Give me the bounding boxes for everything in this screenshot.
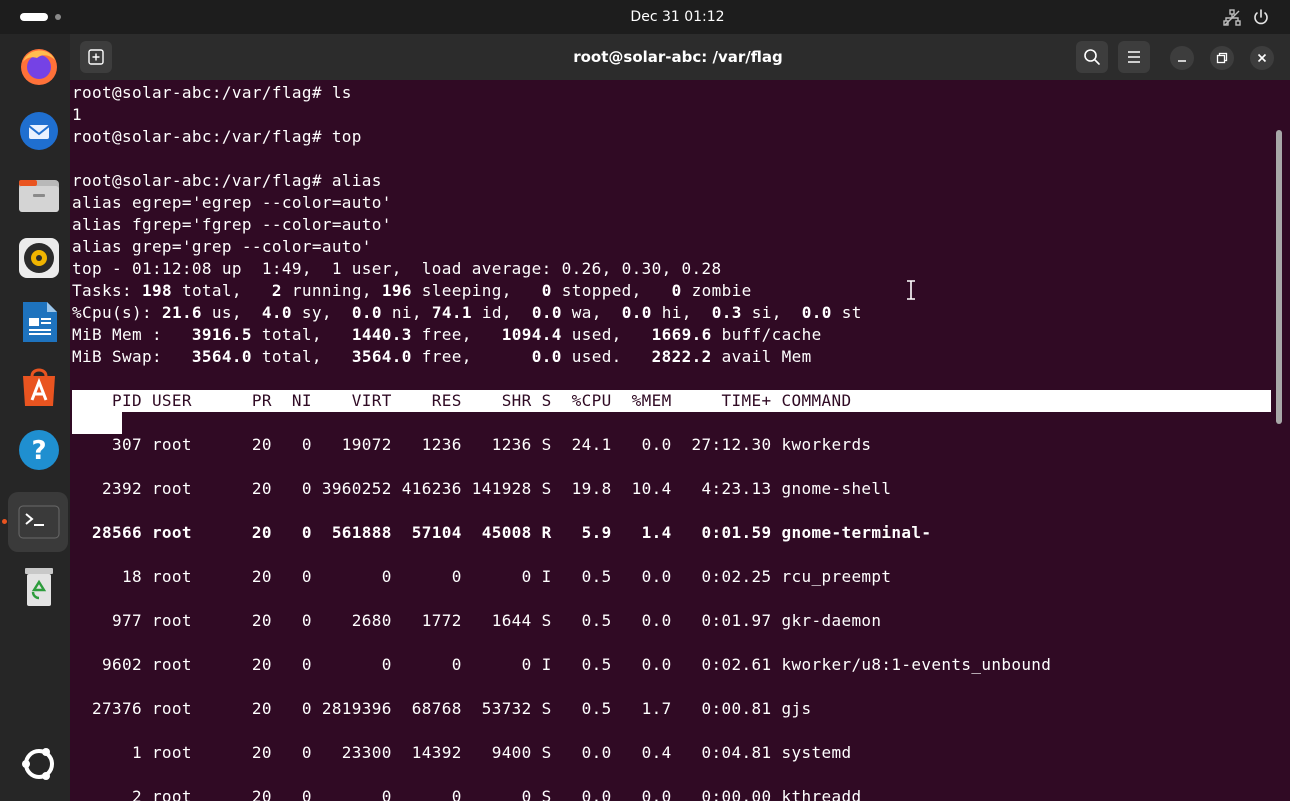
output-line: 1 [72, 105, 82, 124]
text-cursor-icon [905, 280, 917, 300]
clock[interactable]: Dec 31 01:12 [0, 0, 1290, 34]
terminal-icon [18, 505, 60, 539]
show-apps-icon [22, 748, 54, 780]
libreoffice-writer-icon [23, 302, 57, 342]
header-bar: root@solar-abc: /var/flag [70, 34, 1290, 80]
dock-trash[interactable] [8, 556, 68, 616]
dock-terminal[interactable] [8, 492, 68, 552]
process-table-header-text: PID USER PR NI VIRT RES SHR S %CPU %MEM … [72, 391, 852, 410]
top-uptime-line: top - 01:12:08 up 1:49, 1 user, load ave… [72, 259, 722, 278]
help-icon: ? [19, 430, 59, 470]
top-bar: Dec 31 01:12 [0, 0, 1290, 34]
terminal-cursor [72, 412, 122, 434]
running-indicator [2, 519, 7, 524]
prompt-line: root@solar-abc:/var/flag# ls [72, 83, 352, 102]
trash-icon [25, 568, 53, 606]
files-icon [19, 180, 59, 212]
search-icon [1084, 49, 1100, 65]
close-icon [1257, 53, 1267, 63]
app-center-icon [23, 368, 55, 406]
power-icon[interactable] [1252, 8, 1270, 26]
mem-summary-line: MiB Mem : 3916.5 total, 1440.3 free, 109… [72, 325, 822, 344]
cpu-summary-line: %Cpu(s): 21.6 us, 4.0 sy, 0.0 ni, 74.1 i… [72, 303, 862, 322]
maximize-button[interactable] [1210, 46, 1234, 70]
dock-rhythmbox[interactable] [8, 228, 68, 288]
prompt-line: root@solar-abc:/var/flag# alias [72, 171, 382, 190]
output-line: alias grep='grep --color=auto' [72, 237, 372, 256]
dock-show-apps[interactable] [8, 734, 68, 794]
dock: ? [0, 34, 70, 801]
output-line: alias egrep='egrep --color=auto' [72, 193, 392, 212]
menu-button[interactable] [1118, 41, 1150, 73]
svg-text:?: ? [31, 436, 46, 466]
tasks-summary-line: Tasks: 198 total, 2 running, 196 sleepin… [72, 281, 752, 300]
menu-icon [1128, 51, 1140, 63]
dock-help[interactable]: ? [8, 420, 68, 480]
prompt-line: root@solar-abc:/var/flag# top [72, 127, 362, 146]
dock-firefox[interactable] [8, 36, 68, 96]
thunderbird-icon [20, 112, 58, 150]
minimize-button[interactable] [1170, 46, 1194, 70]
dock-files[interactable] [8, 164, 68, 224]
dock-writer[interactable] [8, 292, 68, 352]
dock-thunderbird[interactable] [8, 100, 68, 160]
terminal-output[interactable]: root@solar-abc:/var/flag# ls 1 root@sola… [70, 80, 1290, 801]
close-button[interactable] [1250, 46, 1274, 70]
rhythmbox-icon [19, 238, 59, 278]
minimize-icon [1178, 60, 1186, 62]
process-table-header: PID USER PR NI VIRT RES SHR S %CPU %MEM … [72, 390, 1271, 412]
maximize-icon [1216, 52, 1228, 64]
output-line: alias fgrep='fgrep --color=auto' [72, 215, 392, 234]
dock-app-center[interactable] [8, 356, 68, 416]
swap-summary-line: MiB Swap: 3564.0 total, 3564.0 free, 0.0… [72, 347, 812, 366]
terminal-window: root@solar-abc: /var/flag root@solar-abc… [70, 34, 1290, 801]
firefox-icon [21, 49, 57, 85]
search-button[interactable] [1076, 41, 1108, 73]
network-icon[interactable] [1223, 9, 1241, 27]
scrollbar[interactable] [1276, 130, 1282, 424]
